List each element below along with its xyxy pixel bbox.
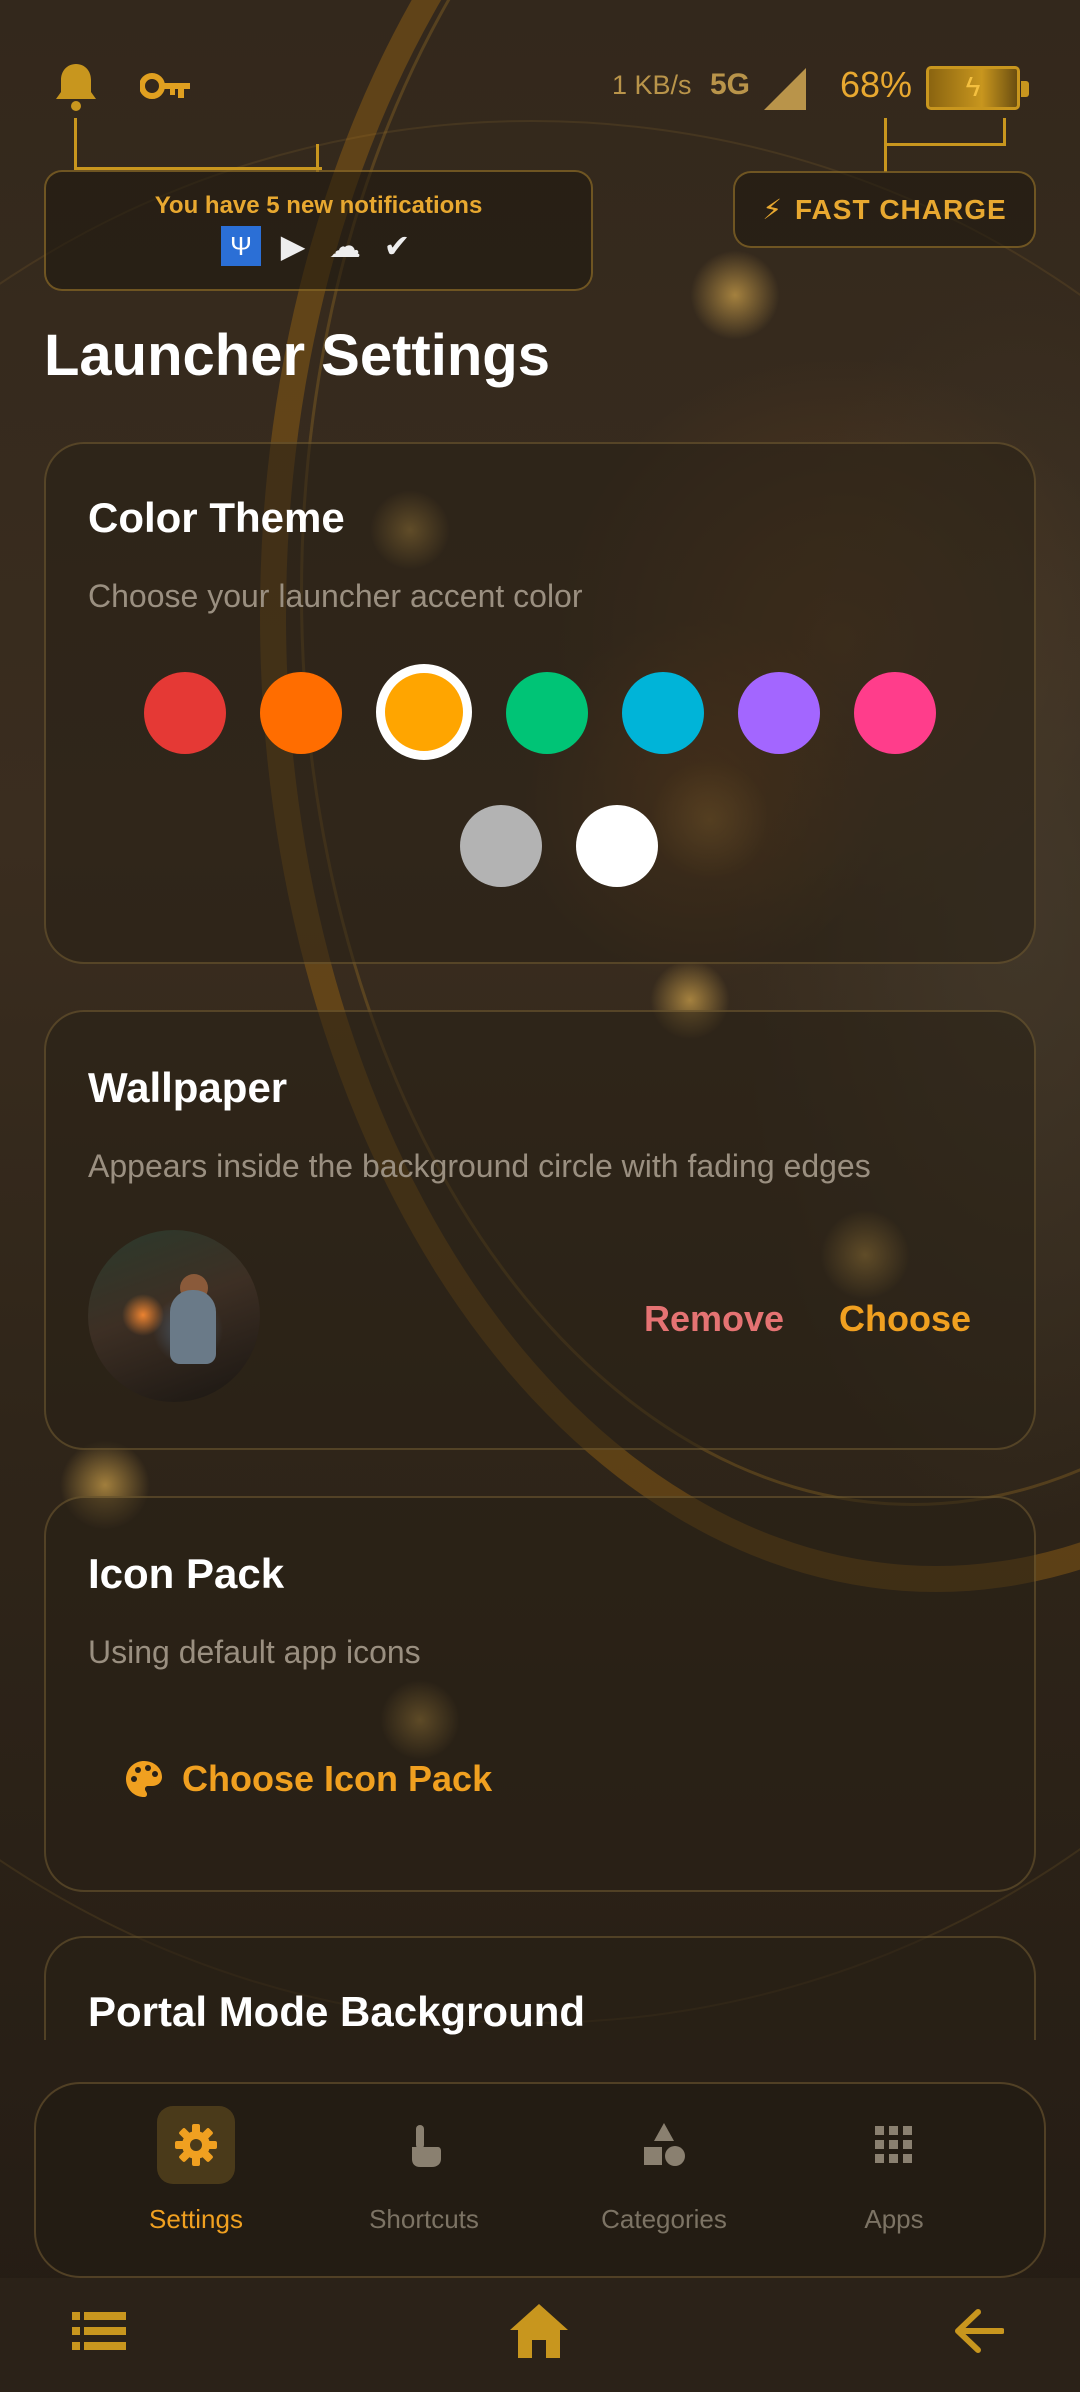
- wallpaper-card: Wallpaper Appears inside the background …: [44, 1010, 1036, 1450]
- color-swatch[interactable]: [144, 672, 226, 754]
- color-theme-card: Color Theme Choose your launcher accent …: [44, 442, 1036, 964]
- page-title: Launcher Settings: [44, 323, 550, 388]
- card-description: Choose your launcher accent color: [88, 578, 583, 614]
- choose-icon-pack-label: Choose Icon Pack: [182, 1758, 493, 1799]
- nav-label: Settings: [149, 2204, 243, 2234]
- color-swatch[interactable]: [854, 672, 936, 754]
- system-nav-bar: [0, 2278, 1080, 2392]
- cloud-icon: ☁: [329, 228, 361, 264]
- choose-icon-pack-button[interactable]: Choose Icon Pack: [124, 1758, 492, 1800]
- play-store-icon: ▶: [280, 228, 306, 264]
- grid-icon: [855, 2106, 933, 2184]
- portal-mode-card: Portal Mode Background: [44, 1936, 1036, 2040]
- color-swatch[interactable]: [260, 672, 342, 754]
- remove-wallpaper-button[interactable]: Remove: [644, 1298, 784, 1340]
- connector-line: [316, 144, 319, 172]
- notification-panel[interactable]: You have 5 new notifications Ψ ▶ ☁ ✔: [44, 170, 593, 291]
- icon-pack-card: Icon Pack Using default app icons Choose…: [44, 1496, 1036, 1892]
- menu-list-icon[interactable]: [72, 2308, 126, 2354]
- card-description: Appears inside the background circle wit…: [88, 1148, 871, 1184]
- nav-label: Categories: [601, 2204, 727, 2234]
- color-swatch[interactable]: [506, 672, 588, 754]
- nav-item-settings[interactable]: Settings: [96, 2106, 296, 2235]
- notification-icons: Ψ ▶ ☁ ✔: [221, 226, 417, 266]
- usb-icon: Ψ: [221, 226, 261, 266]
- key-icon: [140, 73, 190, 99]
- color-swatch[interactable]: [460, 805, 542, 887]
- connector-line: [884, 144, 887, 172]
- card-title: Portal Mode Background: [88, 1988, 586, 2035]
- palette-icon: [126, 1761, 162, 1797]
- status-bar: 1 KB/s 5G 68% ϟ: [0, 0, 1080, 172]
- nav-item-categories[interactable]: Categories: [564, 2106, 764, 2235]
- bottom-navigation: Settings Shortcuts Categories Apps: [34, 2082, 1046, 2278]
- color-swatch[interactable]: [738, 672, 820, 754]
- bell-icon: [56, 64, 96, 111]
- network-speed: 1 KB/s: [612, 70, 692, 100]
- touch-icon: [385, 2106, 463, 2184]
- color-swatch-selected[interactable]: [376, 664, 472, 760]
- connector-line: [74, 118, 322, 170]
- card-title: Icon Pack: [88, 1550, 285, 1597]
- choose-wallpaper-button[interactable]: Choose: [839, 1298, 971, 1340]
- color-swatch[interactable]: [576, 805, 658, 887]
- fast-charge-label: FAST CHARGE: [794, 193, 1007, 225]
- wallpaper-thumbnail[interactable]: [88, 1230, 260, 1402]
- connector-line: [884, 118, 1006, 146]
- portal-mode-clip: Portal Mode Background: [0, 1934, 1080, 2040]
- card-title: Wallpaper: [88, 1064, 288, 1111]
- glow-dot: [690, 250, 780, 340]
- network-type: 5G: [710, 68, 751, 101]
- battery-charging-icon: ϟ: [926, 66, 1029, 110]
- check-app-icon: ✔: [383, 228, 411, 264]
- lightning-icon: ⚡: [762, 194, 783, 225]
- nav-item-apps[interactable]: Apps: [794, 2106, 994, 2235]
- notification-summary: You have 5 new notifications: [154, 192, 483, 219]
- card-title: Color Theme: [88, 494, 345, 541]
- color-swatch[interactable]: [622, 672, 704, 754]
- nav-item-shortcuts[interactable]: Shortcuts: [324, 2106, 524, 2235]
- home-icon[interactable]: [508, 2302, 570, 2360]
- nav-label: Apps: [864, 2204, 924, 2234]
- fast-charge-badge[interactable]: ⚡ FAST CHARGE: [733, 171, 1036, 248]
- battery-percent: 68%: [840, 64, 913, 105]
- card-description: Using default app icons: [88, 1634, 421, 1670]
- shapes-icon: [625, 2106, 703, 2184]
- back-arrow-icon[interactable]: [954, 2308, 1004, 2354]
- nav-label: Shortcuts: [369, 2204, 479, 2234]
- signal-icon: [764, 68, 806, 110]
- gear-icon: [157, 2106, 235, 2184]
